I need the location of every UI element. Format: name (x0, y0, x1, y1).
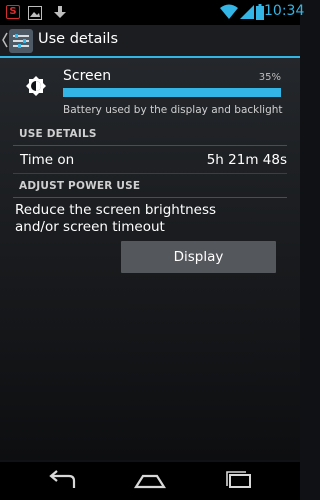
adjust-power-description: Reduce the screen brightness and/or scre… (15, 202, 217, 235)
usage-progress-fill (63, 88, 281, 97)
usage-progress-bar (63, 88, 281, 97)
settings-app-icon (9, 29, 33, 53)
back-icon (49, 470, 76, 488)
adjust-power-header-label: ADJUST POWER USE (19, 180, 141, 192)
time-on-label: Time on (20, 152, 75, 168)
content-area: Screen 35% Battery used by the display a… (0, 58, 300, 460)
screen-usage-title: Screen (63, 68, 112, 84)
navigation-bar (0, 462, 300, 500)
recents-icon (226, 471, 251, 488)
time-on-row: Time on 5h 21m 48s (13, 148, 287, 174)
display-settings-button[interactable]: Display (121, 241, 276, 273)
adjust-power-header: ADJUST POWER USE (13, 178, 287, 198)
home-icon (133, 474, 167, 489)
chevron-left-icon (1, 31, 9, 49)
screen-usage-percent: 35% (258, 72, 281, 83)
use-details-header-label: USE DETAILS (19, 128, 97, 140)
time-on-value: 5h 21m 48s (206, 152, 287, 168)
wifi-icon (220, 4, 238, 20)
recents-button[interactable] (216, 466, 260, 496)
status-time: 10:34 (264, 3, 305, 19)
brightness-icon (26, 76, 46, 96)
home-button[interactable] (128, 466, 172, 496)
battery-icon (256, 4, 264, 20)
up-navigation-button[interactable] (0, 25, 36, 56)
screen-usage-description: Battery used by the display and backligh… (63, 104, 283, 116)
download-icon (52, 4, 68, 20)
back-button[interactable] (40, 466, 84, 496)
status-bar: S 10:34 (0, 0, 305, 25)
use-details-header: USE DETAILS (13, 126, 287, 146)
action-bar: Use details (0, 25, 300, 58)
gallery-icon (28, 5, 42, 20)
signal-icon (240, 4, 254, 20)
notification-s-icon: S (6, 5, 20, 19)
page-title: Use details (38, 31, 119, 47)
